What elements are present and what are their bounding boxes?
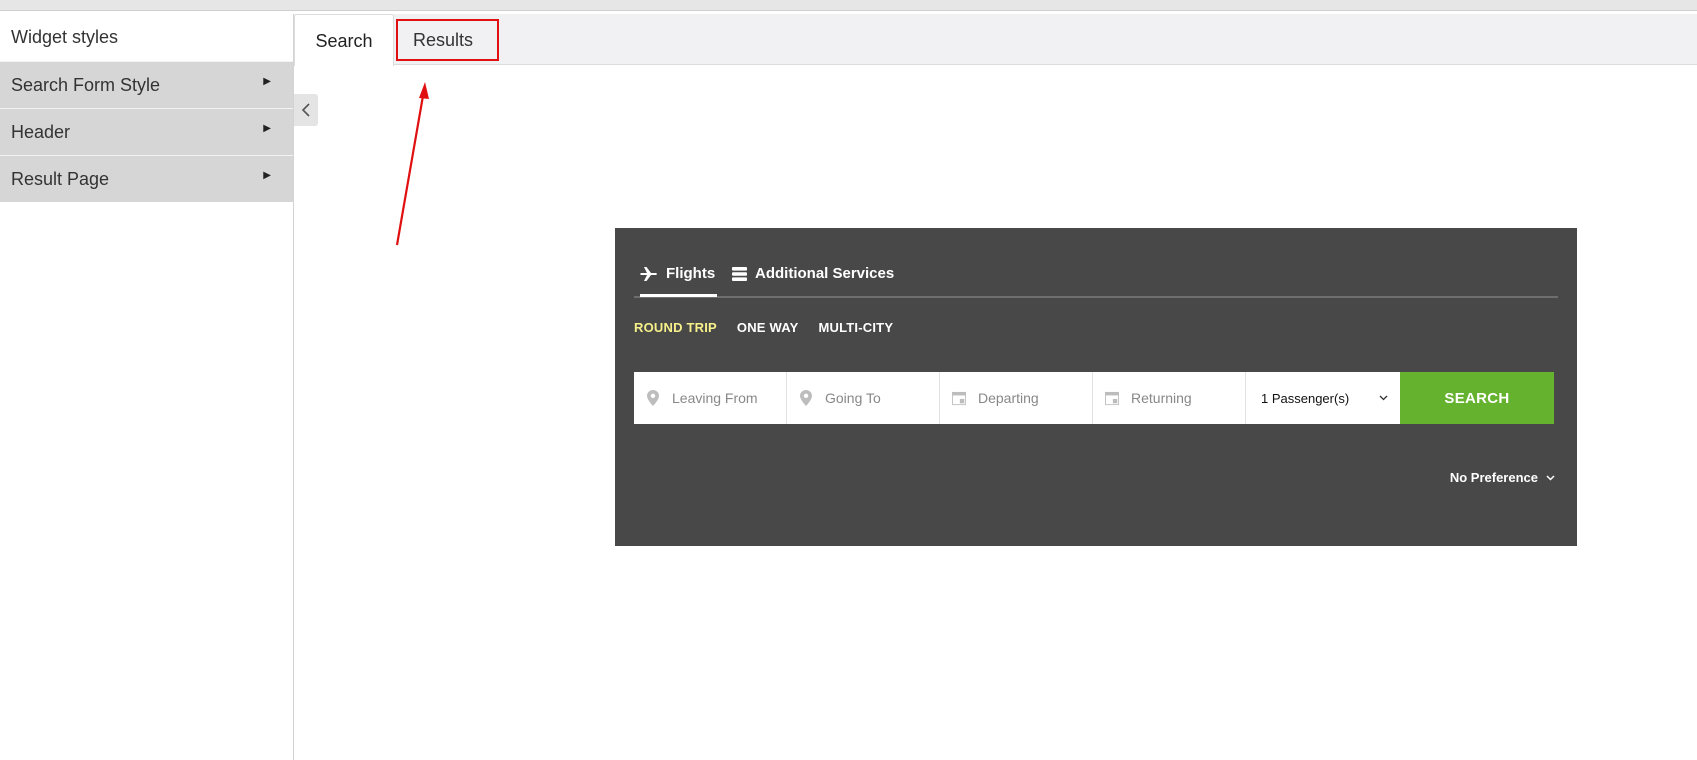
search-row: 1 Passenger(s) SEARCH bbox=[634, 372, 1558, 424]
trip-multi-city[interactable]: MULTI-CITY bbox=[819, 320, 894, 340]
annotation-arrow bbox=[395, 82, 429, 246]
mode-tab-label: Additional Services bbox=[755, 265, 895, 282]
chevron-left-icon bbox=[301, 103, 310, 117]
collapse-sidebar-button[interactable] bbox=[294, 94, 318, 126]
plane-icon bbox=[640, 266, 658, 282]
tab-flights[interactable]: Flights bbox=[640, 254, 718, 297]
passengers-select[interactable]: 1 Passenger(s) bbox=[1246, 372, 1400, 424]
chevron-down-icon bbox=[1546, 474, 1555, 481]
trip-type-selector: ROUND TRIP ONE WAY MULTI-CITY bbox=[634, 320, 893, 340]
going-to-field[interactable] bbox=[787, 372, 940, 424]
caret-right-icon: ▶ bbox=[263, 170, 271, 181]
chevron-down-icon bbox=[1379, 395, 1388, 401]
flight-search-widget: Flights Additional Services ROUND TRIP O… bbox=[615, 228, 1577, 546]
preference-value: No Preference bbox=[1449, 470, 1538, 485]
sidebar-item-search-form-style[interactable]: Search Form Style ▶ bbox=[0, 61, 293, 108]
leaving-from-field[interactable] bbox=[634, 372, 787, 424]
tab-results[interactable]: Results bbox=[394, 14, 492, 65]
services-icon bbox=[732, 267, 747, 281]
mode-tabs: Flights Additional Services bbox=[634, 254, 1558, 298]
tab-additional-services[interactable]: Additional Services bbox=[732, 254, 894, 294]
tab-bar: Search Results bbox=[294, 14, 1697, 66]
caret-right-icon: ▶ bbox=[263, 76, 271, 87]
location-pin-icon bbox=[799, 390, 813, 406]
tab-search[interactable]: Search bbox=[294, 14, 394, 66]
returning-input[interactable] bbox=[1129, 389, 1243, 407]
returning-field[interactable] bbox=[1093, 372, 1246, 424]
mode-tab-label: Flights bbox=[666, 265, 716, 282]
sidebar-item-label: Header bbox=[11, 122, 71, 142]
caret-right-icon: ▶ bbox=[263, 123, 271, 134]
location-pin-icon bbox=[646, 390, 660, 406]
sidebar-item-label: Search Form Style bbox=[11, 75, 161, 95]
widget-styles-sidebar: Widget styles Search Form Style ▶ Header… bbox=[0, 14, 294, 760]
window-top-strip bbox=[0, 0, 1697, 11]
departing-input[interactable] bbox=[976, 389, 1090, 407]
going-to-input[interactable] bbox=[823, 389, 937, 407]
calendar-icon bbox=[1105, 391, 1119, 406]
trip-one-way[interactable]: ONE WAY bbox=[737, 320, 799, 340]
trip-round-trip[interactable]: ROUND TRIP bbox=[634, 320, 717, 340]
preference-dropdown[interactable]: No Preference bbox=[1450, 470, 1555, 485]
calendar-icon bbox=[952, 391, 966, 406]
sidebar-item-result-page[interactable]: Result Page ▶ bbox=[0, 155, 293, 202]
departing-field[interactable] bbox=[940, 372, 1093, 424]
leaving-from-input[interactable] bbox=[670, 389, 784, 407]
search-button[interactable]: SEARCH bbox=[1400, 372, 1554, 424]
sidebar-item-header[interactable]: Header ▶ bbox=[0, 108, 293, 155]
sidebar-item-label: Result Page bbox=[11, 169, 110, 189]
sidebar-title: Widget styles bbox=[0, 14, 293, 61]
passengers-value: 1 Passenger(s) bbox=[1261, 390, 1350, 406]
